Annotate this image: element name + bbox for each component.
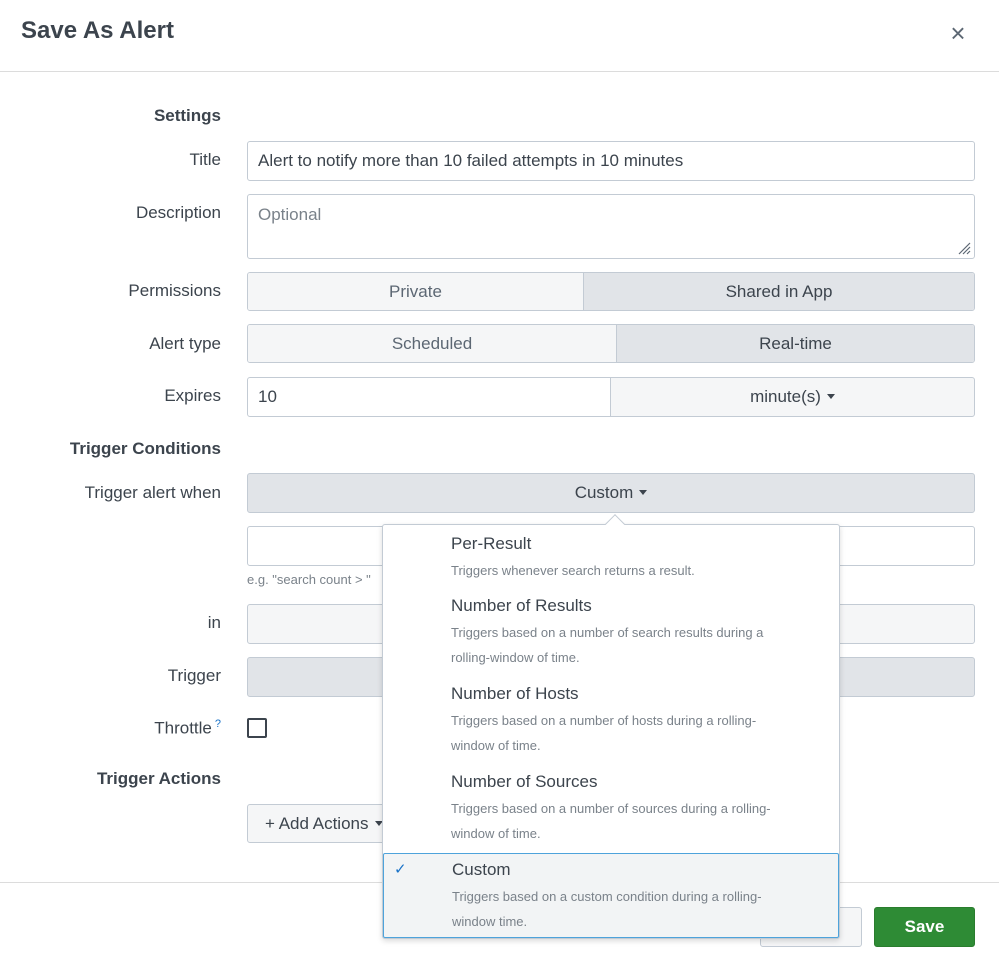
description-textarea[interactable]: Optional xyxy=(247,194,975,259)
menu-item-description-line: Triggers based on a number of hosts duri… xyxy=(451,713,757,728)
trigger-condition-menu: Per-Result Triggers whenever search retu… xyxy=(382,514,840,939)
menu-item-title: Custom xyxy=(452,860,511,879)
menu-item-title: Number of Hosts xyxy=(451,684,579,703)
trigger-conditions-heading: Trigger Conditions xyxy=(69,439,221,458)
chevron-down-icon xyxy=(639,489,648,495)
expires-unit-value: minute(s) xyxy=(750,387,821,406)
menu-item-number-of-sources[interactable]: Number of Sources Triggers based on a nu… xyxy=(383,771,839,846)
save-button[interactable]: Save xyxy=(874,907,975,947)
trigger-actions-heading: Trigger Actions xyxy=(96,769,221,788)
permissions-private-option[interactable]: Private xyxy=(248,273,583,310)
trigger-when-dropdown[interactable]: Custom xyxy=(247,473,975,513)
resize-handle-icon[interactable] xyxy=(957,241,971,255)
add-actions-label: + Add Actions xyxy=(265,814,369,833)
in-label: in xyxy=(207,613,221,632)
dialog-header: Save As Alert × xyxy=(0,0,999,72)
custom-condition-hint: e.g. "search count > " xyxy=(247,572,371,587)
menu-item-description: Triggers based on a number of hosts duri… xyxy=(451,708,819,758)
expires-label: Expires xyxy=(164,386,221,405)
expires-unit-select[interactable]: minute(s) xyxy=(610,377,975,417)
settings-heading: Settings xyxy=(153,106,221,125)
alert-type-realtime-option[interactable]: Real-time xyxy=(616,325,974,362)
menu-item-title: Number of Sources xyxy=(451,772,598,791)
menu-item-description-line: rolling-window of time. xyxy=(451,650,580,665)
permissions-shared-option[interactable]: Shared in App xyxy=(583,273,974,310)
description-label: Description xyxy=(135,203,221,222)
permissions-label: Permissions xyxy=(128,281,221,300)
help-icon[interactable]: ? xyxy=(215,718,221,730)
close-icon[interactable]: × xyxy=(945,20,971,46)
permissions-toggle: Private Shared in App xyxy=(247,272,975,311)
menu-item-number-of-hosts[interactable]: Number of Hosts Triggers based on a numb… xyxy=(383,683,839,758)
menu-item-description: Triggers based on a number of sources du… xyxy=(451,796,819,846)
chevron-down-icon xyxy=(826,393,835,399)
trigger-label: Trigger xyxy=(167,666,221,685)
menu-item-description: Triggers whenever search returns a resul… xyxy=(451,563,695,578)
menu-item-description-line: window time. xyxy=(452,914,528,929)
trigger-when-label: Trigger alert when xyxy=(84,483,221,502)
throttle-label: Throttle? xyxy=(154,718,221,739)
alert-type-scheduled-option[interactable]: Scheduled xyxy=(248,325,616,362)
menu-item-description-line: Triggers based on a number of sources du… xyxy=(451,801,771,816)
menu-item-title: Number of Results xyxy=(451,596,592,615)
alert-type-toggle: Scheduled Real-time xyxy=(247,324,975,363)
throttle-checkbox[interactable] xyxy=(247,718,267,738)
menu-item-description-line: Triggers based on a number of search res… xyxy=(451,625,764,640)
menu-item-per-result[interactable]: Per-Result Triggers whenever search retu… xyxy=(383,533,839,583)
menu-item-number-of-results[interactable]: Number of Results Triggers based on a nu… xyxy=(383,595,839,670)
menu-item-custom[interactable]: ✓ Custom Triggers based on a custom cond… xyxy=(383,853,839,938)
alert-type-label: Alert type xyxy=(149,334,221,353)
menu-pointer xyxy=(605,514,625,534)
menu-item-description-line: window of time. xyxy=(451,738,541,753)
description-placeholder: Optional xyxy=(258,205,322,224)
expires-input[interactable]: 10 xyxy=(247,377,611,417)
menu-item-description: Triggers based on a number of search res… xyxy=(451,620,819,670)
throttle-label-text: Throttle xyxy=(154,718,212,738)
add-actions-button[interactable]: + Add Actions xyxy=(247,804,397,843)
title-label: Title xyxy=(189,150,222,169)
menu-item-title: Per-Result xyxy=(451,534,532,553)
menu-item-description-line: Triggers based on a custom condition dur… xyxy=(452,889,762,904)
menu-item-description: Triggers based on a custom condition dur… xyxy=(452,884,818,934)
dialog-title: Save As Alert xyxy=(21,17,174,44)
menu-item-description-line: window of time. xyxy=(451,826,541,841)
title-input[interactable]: Alert to notify more than 10 failed atte… xyxy=(247,141,975,181)
checkmark-icon: ✓ xyxy=(394,861,407,878)
trigger-when-value: Custom xyxy=(574,483,634,502)
